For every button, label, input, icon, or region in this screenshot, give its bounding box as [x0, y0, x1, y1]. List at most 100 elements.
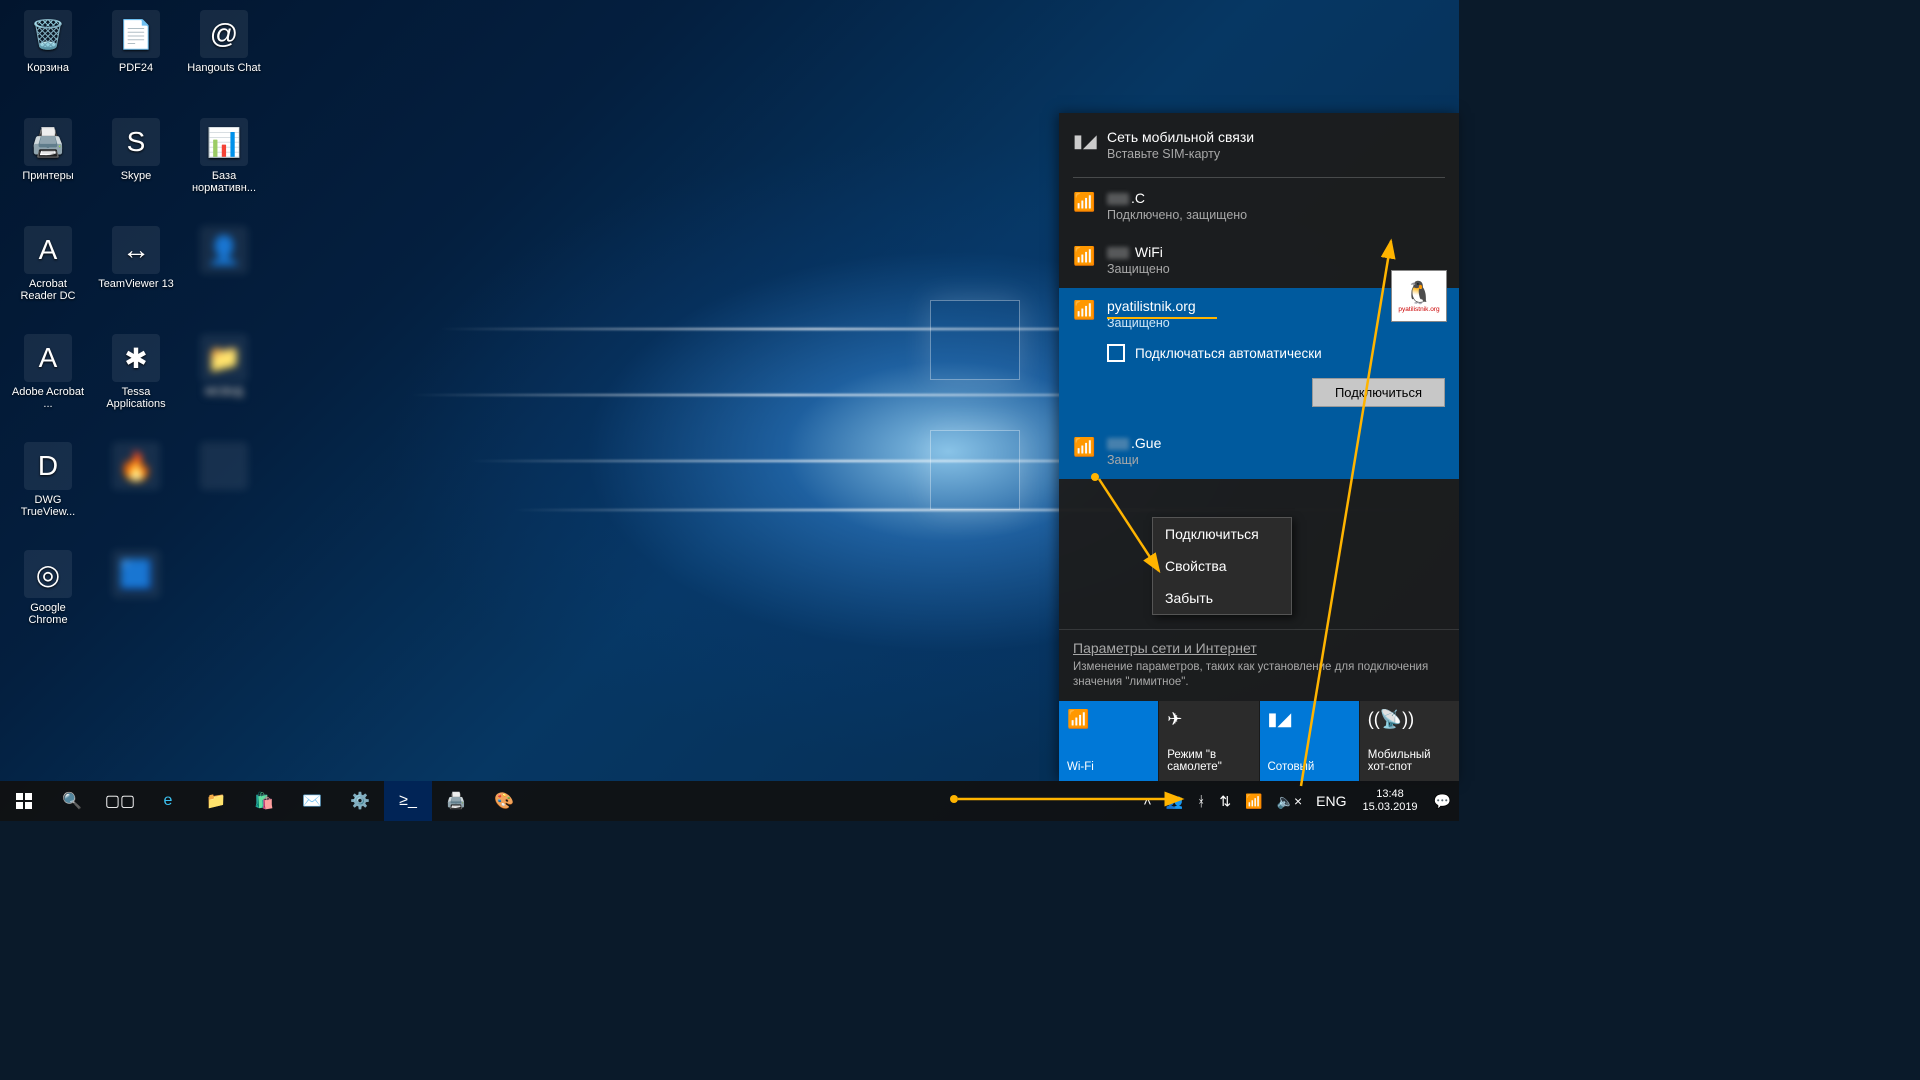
desktop-icon[interactable]: 🖨️ Принтеры: [8, 116, 88, 208]
edge-icon[interactable]: e: [144, 781, 192, 821]
network-item[interactable]: 📶 xx.C Подключено, защищено: [1059, 180, 1459, 234]
tray-bluetooth-icon[interactable]: ᚼ: [1191, 781, 1211, 821]
app-label: Adobe Acrobat ...: [10, 386, 86, 410]
network-settings-section: Параметры сети и Интернет Изменение пара…: [1059, 629, 1459, 701]
start-button[interactable]: [0, 781, 48, 821]
desktop-icon[interactable]: ◎ Google Chrome: [8, 548, 88, 640]
penguin-icon: 🐧: [1405, 280, 1432, 306]
network-tile[interactable]: ▮◢ Сотовый: [1260, 701, 1360, 781]
desktop-icon[interactable]: 📊 База нормативн...: [184, 116, 264, 208]
network-name: Сеть мобильной связи: [1107, 129, 1445, 145]
auto-connect-checkbox[interactable]: [1107, 344, 1125, 362]
app-label: TeamViewer 13: [98, 278, 174, 290]
network-status: Вставьте SIM-карту: [1107, 147, 1445, 161]
app-icon: D: [24, 442, 72, 490]
app-label: PDF24: [119, 62, 153, 74]
network-status: Подключено, защищено: [1107, 208, 1445, 222]
settings-icon[interactable]: ⚙️: [336, 781, 384, 821]
tile-label: Сотовый: [1268, 761, 1351, 773]
logo-overlay: 🐧 pyatilistnik.org: [1391, 270, 1447, 322]
desktop-icon[interactable]: [184, 440, 264, 532]
tray-volume-icon[interactable]: 🔈×: [1271, 781, 1309, 821]
network-flyout: ▮◢ Сеть мобильной связи Вставьте SIM-кар…: [1059, 113, 1459, 781]
desktop-icon[interactable]: 🔥: [96, 440, 176, 532]
app-icon: 🔥: [112, 442, 160, 490]
tray-date: 15.03.2019: [1363, 801, 1418, 814]
network-tile[interactable]: 📶 Wi-Fi: [1059, 701, 1159, 781]
network-selected-body: Подключаться автоматически Подключиться: [1059, 330, 1459, 425]
network-name: xx.C: [1107, 190, 1445, 206]
app-icon: 📊: [200, 118, 248, 166]
tray-time: 13:48: [1376, 788, 1404, 801]
app-label: Google Chrome: [10, 602, 86, 626]
tile-icon: ▮◢: [1268, 709, 1351, 730]
app-icon: 📄: [112, 10, 160, 58]
file-explorer-icon[interactable]: 📁: [192, 781, 240, 821]
connect-button[interactable]: Подключиться: [1312, 378, 1445, 407]
auto-connect-label: Подключаться автоматически: [1135, 346, 1322, 361]
printer-icon[interactable]: 🖨️: [432, 781, 480, 821]
tray-clock[interactable]: 13:48 15.03.2019: [1355, 781, 1426, 821]
app-icon: A: [24, 226, 72, 274]
network-quick-tiles: 📶 Wi-Fi✈ Режим "в самолете"▮◢ Сотовый((📡…: [1059, 701, 1459, 781]
search-button[interactable]: 🔍: [48, 781, 96, 821]
app-label: DWG TrueView...: [10, 494, 86, 518]
desktop-icon[interactable]: ↔ TeamViewer 13: [96, 224, 176, 316]
taskbar: 🔍 ▢▢ e 📁 🛍️ ✉️ ⚙️ ≥_ 🖨️ 🎨 ˄ 👥 ᚼ ⇅ 📶 🔈× E…: [0, 781, 1459, 821]
context-menu-item[interactable]: Подключиться: [1153, 518, 1291, 550]
app-icon: S: [112, 118, 160, 166]
desktop-icon[interactable]: D DWG TrueView...: [8, 440, 88, 532]
app-icon: 📁: [200, 334, 248, 382]
app-icon: 🖨️: [24, 118, 72, 166]
tile-icon: ✈: [1167, 709, 1250, 730]
desktop-icon[interactable]: 👤: [184, 224, 264, 316]
context-menu-item[interactable]: Свойства: [1153, 550, 1291, 582]
cellular-icon: ▮◢: [1073, 131, 1093, 152]
network-item[interactable]: 📶 xx.Gue Защи: [1059, 425, 1459, 479]
desktop-icon[interactable]: A Adobe Acrobat ...: [8, 332, 88, 424]
network-settings-link[interactable]: Параметры сети и Интернет: [1073, 640, 1445, 656]
app-label: Tessa Applications: [98, 386, 174, 410]
network-status: Защи: [1107, 453, 1445, 467]
annotation-underline: [1107, 317, 1217, 319]
desktop-icon[interactable]: 🟦: [96, 548, 176, 640]
context-menu-item[interactable]: Забыть: [1153, 582, 1291, 614]
network-tile[interactable]: ((📡)) Мобильный хот-спот: [1360, 701, 1459, 781]
app-icon: 🗑️: [24, 10, 72, 58]
mail-icon[interactable]: ✉️: [288, 781, 336, 821]
app-icon: A: [24, 334, 72, 382]
tray-wifi-icon[interactable]: 📶: [1239, 781, 1268, 821]
desktop-icon[interactable]: 📄 PDF24: [96, 8, 176, 100]
tray-language[interactable]: ENG: [1310, 781, 1352, 821]
tray-network-icon[interactable]: ⇅: [1213, 781, 1237, 821]
logo-text: pyatilistnik.org: [1398, 306, 1439, 313]
app-label: Acrobat Reader DC: [10, 278, 86, 302]
network-item-cellular[interactable]: ▮◢ Сеть мобильной связи Вставьте SIM-кар…: [1059, 119, 1459, 173]
tray-action-center-icon[interactable]: 💬: [1428, 781, 1457, 821]
paint-icon[interactable]: 🎨: [480, 781, 528, 821]
wifi-icon: 📶: [1073, 192, 1093, 213]
context-menu: ПодключитьсяСвойстваЗабыть: [1152, 517, 1292, 615]
network-name: xx WiFi: [1107, 244, 1445, 260]
desktop-icon[interactable]: 📁 МСВУД: [184, 332, 264, 424]
desktop-icon[interactable]: A Acrobat Reader DC: [8, 224, 88, 316]
app-label: Hangouts Chat: [187, 62, 260, 74]
app-icon: 👤: [200, 226, 248, 274]
task-view-button[interactable]: ▢▢: [96, 781, 144, 821]
app-label: Корзина: [27, 62, 69, 74]
powershell-icon[interactable]: ≥_: [384, 781, 432, 821]
network-tile[interactable]: ✈ Режим "в самолете": [1159, 701, 1259, 781]
wifi-icon: 📶: [1073, 300, 1093, 321]
desktop-icon[interactable]: 🗑️ Корзина: [8, 8, 88, 100]
tile-label: Режим "в самолете": [1167, 749, 1250, 773]
store-icon[interactable]: 🛍️: [240, 781, 288, 821]
desktop-icon[interactable]: S Skype: [96, 116, 176, 208]
desktop-icon[interactable]: @ Hangouts Chat: [184, 8, 264, 100]
app-icon: @: [200, 10, 248, 58]
desktop-icon[interactable]: ✱ Tessa Applications: [96, 332, 176, 424]
app-label: МСВУД: [205, 386, 243, 398]
tray-people-icon[interactable]: 👥: [1160, 781, 1189, 821]
tray-chevron-up-icon[interactable]: ˄: [1137, 781, 1157, 821]
app-icon: ◎: [24, 550, 72, 598]
tile-label: Мобильный хот-спот: [1368, 749, 1451, 773]
